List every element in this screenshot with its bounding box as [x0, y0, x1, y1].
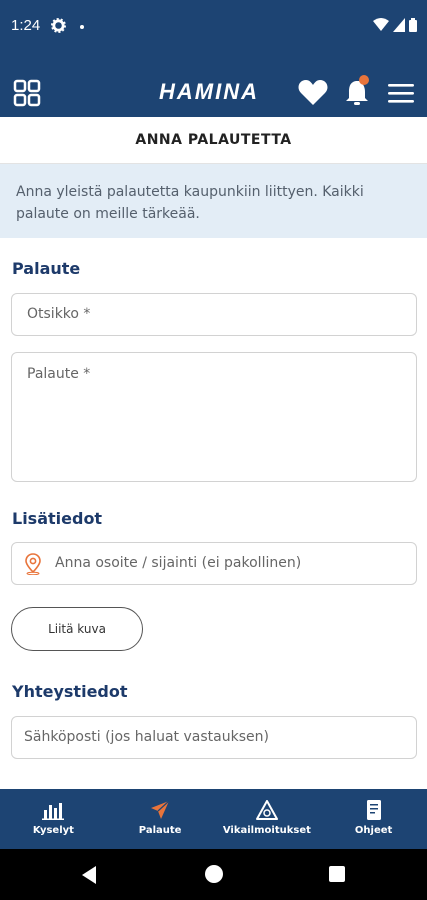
nav-label-kyselyt: Kyselyt — [32, 825, 74, 836]
app-logo: HAMINA — [159, 79, 259, 104]
attach-image-button[interactable]: Liitä kuva — [11, 607, 143, 651]
apps-grid-icon[interactable] — [13, 79, 41, 107]
system-navigation-bar — [0, 849, 427, 900]
notifications-bell-icon[interactable] — [344, 75, 372, 107]
location-placeholder: Anna osoite / sijainti (ei pakollinen) — [55, 555, 302, 571]
email-placeholder: Sähköposti (jos haluat vastauksen) — [24, 729, 269, 745]
back-icon[interactable] — [80, 865, 98, 885]
section-title-extra: Lisätiedot — [12, 509, 103, 528]
nav-item-kyselyt[interactable]: Kyselyt — [0, 789, 107, 849]
location-pin-icon — [25, 553, 41, 575]
paper-plane-icon — [151, 800, 170, 819]
email-input[interactable]: Sähköposti (jos haluat vastauksen) — [11, 716, 417, 759]
favorites-heart-icon[interactable] — [298, 78, 328, 106]
warning-icon — [255, 800, 278, 820]
settings-icon — [51, 18, 66, 33]
feedback-placeholder: Palaute * — [27, 366, 91, 382]
feedback-textarea[interactable]: Palaute * — [11, 352, 417, 482]
title-placeholder: Otsikko * — [27, 306, 91, 322]
nav-label-vikailmoitukset: Vikailmoitukset — [222, 825, 311, 836]
hamburger-menu-icon[interactable] — [388, 82, 414, 104]
battery-icon — [409, 18, 417, 32]
bar-chart-icon — [42, 803, 65, 820]
title-input[interactable]: Otsikko * — [11, 293, 417, 336]
nav-label-ohjeet: Ohjeet — [354, 825, 393, 836]
signal-icon — [393, 18, 405, 32]
status-bar: 1:24 — [0, 0, 427, 55]
nav-item-palaute[interactable]: Palaute — [107, 789, 214, 849]
bottom-navigation: Kyselyt Palaute Vikailmoitukset Ohjeet — [0, 789, 427, 849]
nav-item-vikailmoitukset[interactable]: Vikailmoitukset — [214, 789, 321, 849]
info-text: Anna yleistä palautetta kaupunkiin liitt… — [0, 164, 427, 238]
status-time: 1:24 — [11, 17, 41, 34]
document-icon — [366, 800, 381, 820]
app-bar: HAMINA — [0, 55, 427, 117]
home-icon[interactable] — [205, 865, 223, 883]
recent-apps-icon[interactable] — [329, 866, 345, 882]
section-title-contact: Yhteystiedot — [12, 682, 128, 701]
section-title-feedback: Palaute — [12, 259, 81, 278]
location-input[interactable]: Anna osoite / sijainti (ei pakollinen) — [11, 542, 417, 585]
nav-label-palaute: Palaute — [138, 825, 182, 836]
notification-dot-icon — [80, 25, 84, 29]
wifi-icon — [373, 18, 389, 31]
status-icons — [373, 18, 417, 32]
nav-item-ohjeet[interactable]: Ohjeet — [320, 789, 427, 849]
page-title: ANNA PALAUTETTA — [0, 117, 427, 164]
